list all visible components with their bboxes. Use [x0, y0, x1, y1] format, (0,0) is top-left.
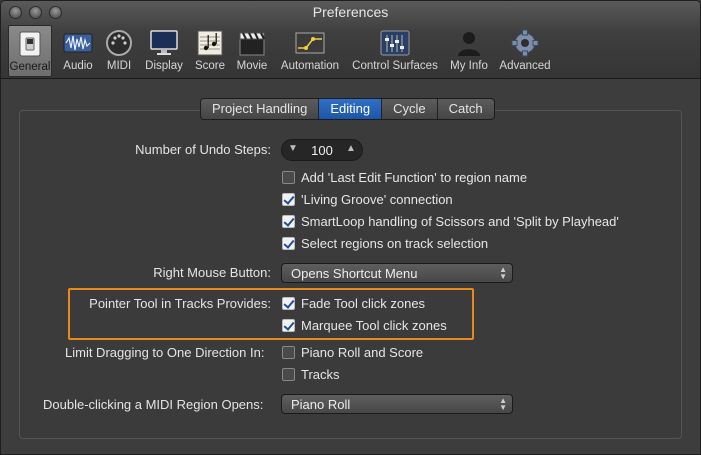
smartloop-label: SmartLoop handling of Scissors and 'Spli… — [301, 214, 619, 229]
general-switch-icon — [19, 31, 41, 57]
tracks-checkbox[interactable] — [282, 368, 295, 381]
midi-connector-icon — [106, 30, 132, 56]
title-bar: Preferences General Audio MIDI Display S… — [1, 1, 700, 79]
undo-steps-label: Number of Undo Steps: — [135, 142, 271, 157]
toolbar-display[interactable]: Display — [141, 25, 187, 77]
toolbar-label: MIDI — [106, 60, 132, 72]
display-monitor-icon — [150, 30, 178, 55]
increment-icon[interactable]: ▲ — [346, 143, 356, 154]
toolbar-midi[interactable]: MIDI — [102, 25, 136, 77]
control-surfaces-faders-icon — [380, 30, 410, 56]
tab-editing[interactable]: Editing — [319, 99, 383, 119]
score-notes-icon — [197, 30, 223, 56]
popup-arrows-icon: ▲ ▼ — [499, 265, 507, 281]
toolbar-label: Score — [194, 60, 226, 72]
toolbar-label: My Info — [450, 60, 488, 72]
limit-drag-label: Limit Dragging to One Direction In: — [65, 345, 265, 360]
marquee-tool-checkbox[interactable] — [282, 319, 295, 332]
pointer-tool-label: Pointer Tool in Tracks Provides: — [89, 296, 271, 311]
toolbar-label: General — [9, 61, 51, 73]
piano-roll-score-checkbox[interactable] — [282, 346, 295, 359]
toolbar-audio[interactable]: Audio — [57, 25, 99, 77]
tab-catch[interactable]: Catch — [438, 99, 494, 119]
right-mouse-value: Opens Shortcut Menu — [291, 266, 418, 281]
midi-region-popup[interactable]: Piano Roll ▲ ▼ — [281, 394, 513, 414]
toolbar-label: Display — [145, 60, 183, 72]
toolbar-score[interactable]: Score — [191, 25, 229, 77]
audio-waveform-icon — [63, 33, 93, 53]
my-info-person-icon — [458, 32, 480, 56]
right-mouse-label: Right Mouse Button: — [153, 265, 271, 280]
toolbar-automation[interactable]: Automation — [275, 25, 345, 77]
tab-cycle[interactable]: Cycle — [382, 99, 438, 119]
tab-bar: Project Handling Editing Cycle Catch — [200, 98, 495, 120]
living-groove-checkbox[interactable] — [282, 193, 295, 206]
toolbar-label: Control Surfaces — [352, 60, 438, 72]
toolbar-advanced[interactable]: Advanced — [496, 25, 554, 77]
fade-tool-label: Fade Tool click zones — [301, 296, 426, 311]
popup-arrows-icon: ▲ ▼ — [499, 396, 507, 412]
piano-roll-score-label: Piano Roll and Score — [301, 345, 424, 360]
living-groove-label: 'Living Groove' connection — [301, 192, 453, 207]
select-regions-label: Select regions on track selection — [301, 236, 489, 251]
add-last-edit-label: Add 'Last Edit Function' to region name — [301, 170, 528, 185]
movie-clapper-icon — [239, 32, 265, 56]
preferences-window: Preferences General Audio MIDI Display S… — [0, 0, 701, 455]
toolbar-movie[interactable]: Movie — [233, 25, 271, 77]
toolbar-label: Movie — [236, 60, 268, 72]
smartloop-checkbox[interactable] — [282, 215, 295, 228]
select-regions-checkbox[interactable] — [282, 237, 295, 250]
window-title: Preferences — [312, 4, 389, 20]
toolbar-control-surfaces[interactable]: Control Surfaces — [349, 25, 441, 77]
tab-project-handling[interactable]: Project Handling — [201, 99, 320, 119]
undo-steps-stepper[interactable]: ▼ 100 ▲ — [281, 139, 363, 161]
right-mouse-popup[interactable]: Opens Shortcut Menu ▲ ▼ — [281, 263, 513, 283]
tracks-label: Tracks — [301, 367, 340, 382]
advanced-gear-icon — [511, 29, 539, 57]
toolbar-label: Automation — [280, 60, 340, 72]
toolbar-my-info[interactable]: My Info — [447, 25, 491, 77]
toolbar-label: Audio — [63, 60, 93, 72]
marquee-tool-label: Marquee Tool click zones — [301, 318, 447, 333]
automation-curve-icon — [295, 32, 325, 54]
fade-tool-checkbox[interactable] — [282, 297, 295, 310]
toolbar-general[interactable]: General — [8, 25, 52, 77]
midi-region-label: Double-clicking a MIDI Region Opens: — [43, 397, 264, 412]
toolbar-label: Advanced — [499, 60, 551, 72]
midi-region-value: Piano Roll — [291, 397, 351, 412]
add-last-edit-checkbox[interactable] — [282, 171, 295, 184]
